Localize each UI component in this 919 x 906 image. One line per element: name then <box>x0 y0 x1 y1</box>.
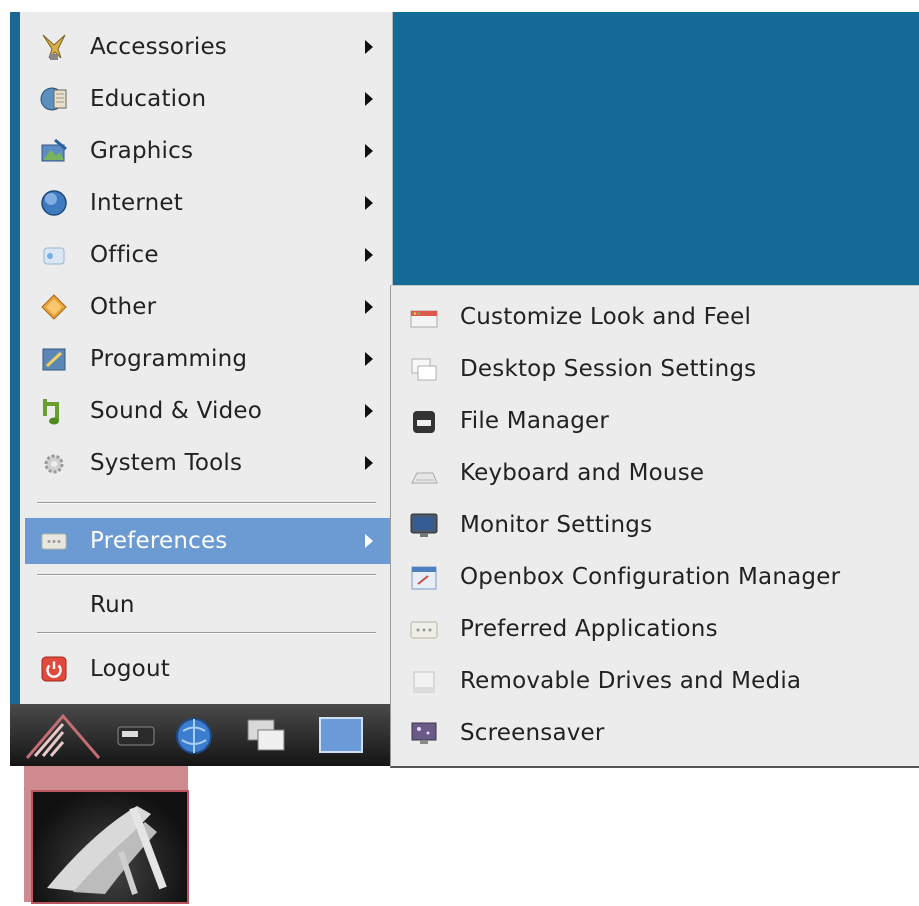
session-icon <box>408 354 440 386</box>
menu-item-system-tools[interactable]: System Tools <box>20 440 392 486</box>
submenu-arrow-icon <box>365 352 373 366</box>
web-browser-icon[interactable] <box>172 714 216 758</box>
graphics-icon <box>38 135 70 167</box>
sound-video-icon <box>38 395 70 427</box>
programming-icon <box>38 343 70 375</box>
window-switcher-icon[interactable] <box>242 714 292 758</box>
menu-separator <box>37 502 376 504</box>
menu-item-other[interactable]: Other <box>20 284 392 330</box>
submenu-arrow-icon <box>365 248 373 262</box>
submenu-item-label: Removable Drives and Media <box>460 668 802 694</box>
power-icon <box>38 653 70 685</box>
menu-item-label: Logout <box>90 656 170 682</box>
menu-item-label: Accessories <box>90 34 227 60</box>
menu-separator <box>37 632 376 634</box>
submenu-item-label: Preferred Applications <box>460 616 718 642</box>
accessories-icon <box>38 31 70 63</box>
menu-item-logout[interactable]: Logout <box>20 646 392 692</box>
submenu-arrow-icon <box>365 404 373 418</box>
terminal-icon[interactable] <box>114 716 162 756</box>
preferences-icon <box>38 525 70 557</box>
monitor-icon <box>408 510 440 542</box>
lxde-start-icon[interactable] <box>20 708 106 764</box>
submenu-item-label: Monitor Settings <box>460 512 653 538</box>
removable-drive-icon <box>408 666 440 698</box>
openbox-icon <box>408 562 440 594</box>
menu-item-preferences[interactable]: Preferences <box>25 518 392 564</box>
submenu-item-openbox-configuration-manager[interactable]: Openbox Configuration Manager <box>391 552 919 604</box>
preferred-apps-icon <box>408 614 440 646</box>
menu-item-label: Run <box>90 592 135 618</box>
preferences-submenu: Customize Look and Feel Desktop Session … <box>390 285 919 768</box>
menu-item-internet[interactable]: Internet <box>20 180 392 226</box>
appearance-icon <box>408 302 440 334</box>
file-manager-icon <box>408 406 440 438</box>
submenu-item-monitor-settings[interactable]: Monitor Settings <box>391 500 919 552</box>
submenu-arrow-icon <box>365 534 373 548</box>
submenu-arrow-icon <box>365 40 373 54</box>
menu-item-label: System Tools <box>90 450 243 476</box>
menu-item-office[interactable]: Office <box>20 232 392 278</box>
other-icon <box>38 291 70 323</box>
submenu-item-screensaver[interactable]: Screensaver <box>391 708 919 760</box>
menu-item-graphics[interactable]: Graphics <box>20 128 392 174</box>
submenu-item-preferred-applications[interactable]: Preferred Applications <box>391 604 919 656</box>
submenu-arrow-icon <box>365 196 373 210</box>
main-menu: Accessories Education Graphics Internet … <box>20 12 393 705</box>
education-icon <box>38 83 70 115</box>
screen-border <box>10 12 20 766</box>
menu-item-sound-video[interactable]: Sound & Video <box>20 388 392 434</box>
desktop-icon[interactable] <box>314 712 368 760</box>
system-tools-icon <box>38 447 70 479</box>
menu-item-label: Education <box>90 86 207 112</box>
internet-icon <box>38 187 70 219</box>
submenu-item-label: File Manager <box>460 408 610 434</box>
menu-item-label: Graphics <box>90 138 194 164</box>
submenu-item-keyboard-and-mouse[interactable]: Keyboard and Mouse <box>391 448 919 500</box>
menu-item-label: Sound & Video <box>90 398 263 424</box>
screensaver-icon <box>408 718 440 750</box>
submenu-item-file-manager[interactable]: File Manager <box>391 396 919 448</box>
menu-item-label: Other <box>90 294 157 320</box>
menu-item-education[interactable]: Education <box>20 76 392 122</box>
submenu-arrow-icon <box>365 144 373 158</box>
menu-item-accessories[interactable]: Accessories <box>20 24 392 70</box>
menu-item-run[interactable]: Run <box>20 582 392 628</box>
submenu-item-label: Keyboard and Mouse <box>460 460 705 486</box>
submenu-item-label: Openbox Configuration Manager <box>460 564 841 590</box>
lxde-logo-zoomed-icon <box>31 790 189 904</box>
keyboard-icon <box>408 458 440 490</box>
taskbar <box>10 704 390 766</box>
submenu-item-label: Screensaver <box>460 720 605 746</box>
submenu-item-label: Customize Look and Feel <box>460 304 752 330</box>
submenu-item-label: Desktop Session Settings <box>460 356 757 382</box>
submenu-item-removable-drives-and-media[interactable]: Removable Drives and Media <box>391 656 919 708</box>
submenu-arrow-icon <box>365 456 373 470</box>
submenu-item-customize-look-and-feel[interactable]: Customize Look and Feel <box>391 292 919 344</box>
submenu-arrow-icon <box>365 300 373 314</box>
submenu-item-desktop-session-settings[interactable]: Desktop Session Settings <box>391 344 919 396</box>
menu-item-label: Programming <box>90 346 248 372</box>
menu-separator <box>37 574 376 576</box>
menu-item-label: Internet <box>90 190 183 216</box>
office-icon <box>38 239 70 271</box>
menu-item-label: Office <box>90 242 159 268</box>
menu-item-label: Preferences <box>90 528 228 554</box>
submenu-arrow-icon <box>365 92 373 106</box>
menu-item-programming[interactable]: Programming <box>20 336 392 382</box>
